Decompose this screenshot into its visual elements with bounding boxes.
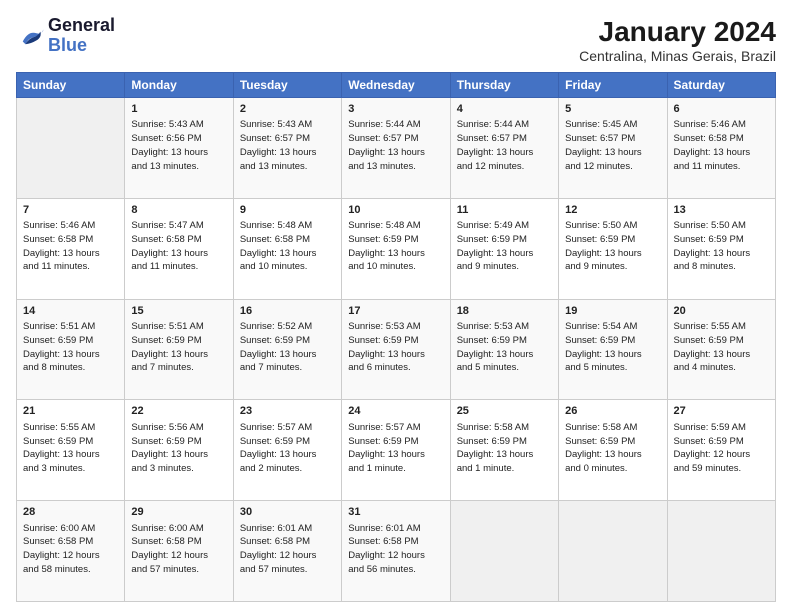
col-header-wednesday: Wednesday (342, 73, 450, 98)
table-row: 28Sunrise: 6:00 AM Sunset: 6:58 PM Dayli… (17, 501, 125, 602)
table-row: 16Sunrise: 5:52 AM Sunset: 6:59 PM Dayli… (233, 299, 341, 400)
table-row: 12Sunrise: 5:50 AM Sunset: 6:59 PM Dayli… (559, 198, 667, 299)
table-row: 5Sunrise: 5:45 AM Sunset: 6:57 PM Daylig… (559, 98, 667, 199)
table-row (667, 501, 775, 602)
col-header-friday: Friday (559, 73, 667, 98)
table-row: 22Sunrise: 5:56 AM Sunset: 6:59 PM Dayli… (125, 400, 233, 501)
table-row: 1Sunrise: 5:43 AM Sunset: 6:56 PM Daylig… (125, 98, 233, 199)
table-row: 6Sunrise: 5:46 AM Sunset: 6:58 PM Daylig… (667, 98, 775, 199)
table-row: 29Sunrise: 6:00 AM Sunset: 6:58 PM Dayli… (125, 501, 233, 602)
table-row: 25Sunrise: 5:58 AM Sunset: 6:59 PM Dayli… (450, 400, 558, 501)
table-row: 3Sunrise: 5:44 AM Sunset: 6:57 PM Daylig… (342, 98, 450, 199)
table-row: 2Sunrise: 5:43 AM Sunset: 6:57 PM Daylig… (233, 98, 341, 199)
col-header-monday: Monday (125, 73, 233, 98)
table-row: 19Sunrise: 5:54 AM Sunset: 6:59 PM Dayli… (559, 299, 667, 400)
table-row: 18Sunrise: 5:53 AM Sunset: 6:59 PM Dayli… (450, 299, 558, 400)
table-row: 9Sunrise: 5:48 AM Sunset: 6:58 PM Daylig… (233, 198, 341, 299)
table-row: 27Sunrise: 5:59 AM Sunset: 6:59 PM Dayli… (667, 400, 775, 501)
table-row (450, 501, 558, 602)
logo-blue: Blue (48, 35, 87, 55)
table-row: 20Sunrise: 5:55 AM Sunset: 6:59 PM Dayli… (667, 299, 775, 400)
table-row: 24Sunrise: 5:57 AM Sunset: 6:59 PM Dayli… (342, 400, 450, 501)
table-row: 13Sunrise: 5:50 AM Sunset: 6:59 PM Dayli… (667, 198, 775, 299)
table-row: 17Sunrise: 5:53 AM Sunset: 6:59 PM Dayli… (342, 299, 450, 400)
table-row (17, 98, 125, 199)
page-title: January 2024 (579, 16, 776, 48)
logo-general: General (48, 15, 115, 35)
table-row: 11Sunrise: 5:49 AM Sunset: 6:59 PM Dayli… (450, 198, 558, 299)
page-subtitle: Centralina, Minas Gerais, Brazil (579, 48, 776, 64)
table-row: 14Sunrise: 5:51 AM Sunset: 6:59 PM Dayli… (17, 299, 125, 400)
table-row: 31Sunrise: 6:01 AM Sunset: 6:58 PM Dayli… (342, 501, 450, 602)
col-header-sunday: Sunday (17, 73, 125, 98)
table-row: 30Sunrise: 6:01 AM Sunset: 6:58 PM Dayli… (233, 501, 341, 602)
col-header-saturday: Saturday (667, 73, 775, 98)
table-row: 23Sunrise: 5:57 AM Sunset: 6:59 PM Dayli… (233, 400, 341, 501)
col-header-tuesday: Tuesday (233, 73, 341, 98)
table-row: 7Sunrise: 5:46 AM Sunset: 6:58 PM Daylig… (17, 198, 125, 299)
table-row: 26Sunrise: 5:58 AM Sunset: 6:59 PM Dayli… (559, 400, 667, 501)
col-header-thursday: Thursday (450, 73, 558, 98)
table-row: 10Sunrise: 5:48 AM Sunset: 6:59 PM Dayli… (342, 198, 450, 299)
table-row: 4Sunrise: 5:44 AM Sunset: 6:57 PM Daylig… (450, 98, 558, 199)
table-row: 21Sunrise: 5:55 AM Sunset: 6:59 PM Dayli… (17, 400, 125, 501)
table-row (559, 501, 667, 602)
table-row: 15Sunrise: 5:51 AM Sunset: 6:59 PM Dayli… (125, 299, 233, 400)
table-row: 8Sunrise: 5:47 AM Sunset: 6:58 PM Daylig… (125, 198, 233, 299)
